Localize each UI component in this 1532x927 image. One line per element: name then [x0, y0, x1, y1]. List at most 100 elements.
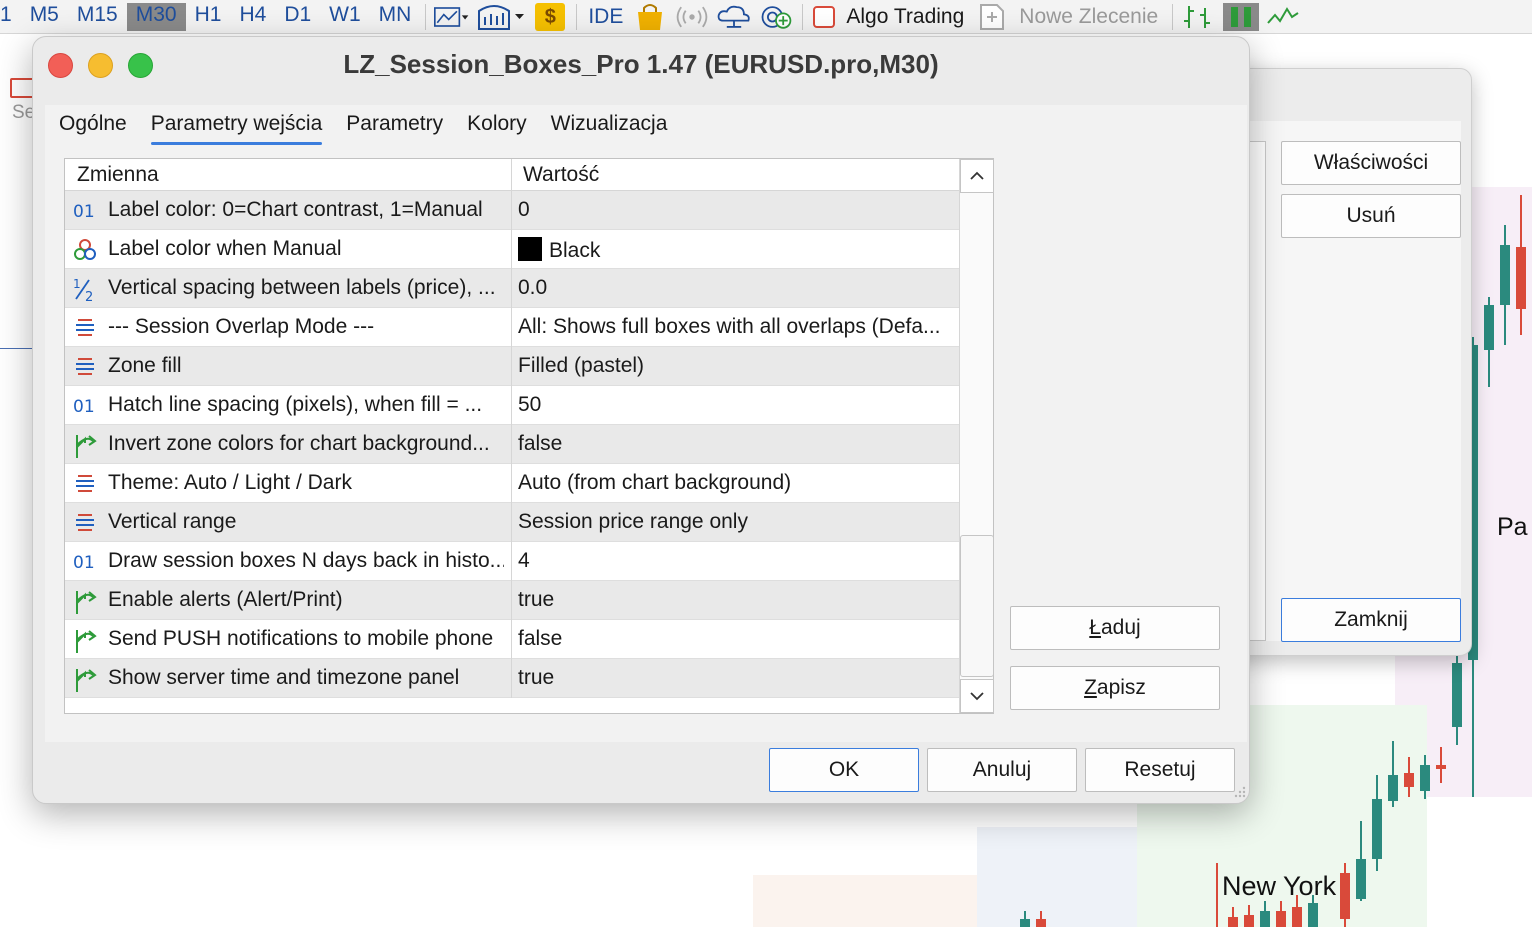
new-order-button[interactable]: Nowe Zlecenie [1019, 5, 1158, 29]
line-chart-icon[interactable] [1265, 3, 1301, 31]
parameter-value-text: All: Shows full boxes with all overlaps … [518, 315, 941, 338]
scroll-up-button[interactable] [960, 159, 994, 193]
parameter-row[interactable]: Enable alerts (Alert/Print) true [65, 581, 959, 620]
parameter-value-text: 0 [518, 198, 530, 221]
signals-icon[interactable] [674, 3, 710, 31]
cancel-button[interactable]: Anuluj [927, 748, 1077, 792]
scrollbar-thumb[interactable] [960, 535, 994, 677]
parameter-value[interactable]: Session price range only [518, 510, 954, 534]
parameter-value-text: true [518, 588, 555, 611]
timeframe-m30[interactable]: M30 [126, 2, 186, 31]
vertical-scrollbar[interactable] [959, 159, 994, 713]
column-header-variable[interactable]: Zmienna [77, 163, 159, 187]
dialog-titlebar[interactable]: LZ_Session_Boxes_Pro 1.47 (EURUSD.pro,M3… [33, 37, 1249, 93]
timeframe-m5[interactable]: M5 [21, 3, 68, 31]
session-label: Pa [1497, 513, 1528, 541]
boolean-type-icon [73, 667, 97, 692]
parameter-value[interactable]: 50 [518, 393, 954, 417]
ok-button[interactable]: OK [769, 748, 919, 792]
tab-2[interactable]: Parametry wejścia [139, 107, 335, 147]
timeframe-mn[interactable]: MN [370, 3, 421, 31]
add-signal-icon[interactable] [758, 3, 794, 31]
parameter-row[interactable]: 01 Draw session boxes N days back in hist… [65, 542, 959, 581]
timeframe-list: 1 M5 M15 M30 H1 H4 D1 W1 MN [0, 2, 421, 31]
parameter-row[interactable]: 01 Label color: 0=Chart contrast, 1=Manua… [65, 191, 959, 230]
timeframe-w1[interactable]: W1 [320, 3, 370, 31]
parameter-value[interactable]: 0 [518, 198, 954, 222]
candle [1244, 915, 1254, 927]
close-button[interactable]: Zamknij [1281, 598, 1461, 642]
chevron-down-icon [970, 692, 984, 701]
parameter-row[interactable]: Vertical range Session price range only [65, 503, 959, 542]
cell-divider [511, 191, 512, 230]
tab-1[interactable]: Ogólne [59, 107, 139, 147]
parameter-row[interactable]: --- Session Overlap Mode --- All: Shows f… [65, 308, 959, 347]
parameter-value[interactable]: 4 [518, 549, 954, 573]
parameter-value[interactable]: Filled (pastel) [518, 354, 954, 378]
parameter-value[interactable]: Auto (from chart background) [518, 471, 954, 495]
svg-text:2: 2 [85, 290, 93, 303]
session-label-new-york: New York [1222, 871, 1337, 901]
cloud-vps-icon[interactable] [716, 3, 752, 31]
delete-button[interactable]: Usuń [1281, 194, 1461, 238]
timeframe-d1[interactable]: D1 [275, 3, 320, 31]
parameter-value[interactable]: 0.0 [518, 276, 954, 300]
parameter-row[interactable]: 01 Hatch line spacing (pixels), when fill… [65, 386, 959, 425]
bar-chart-icon[interactable] [1181, 3, 1217, 31]
reset-button[interactable]: Resetuj [1085, 748, 1235, 792]
parameter-row[interactable]: Send PUSH notifications to mobile phone f… [65, 620, 959, 659]
parameter-row[interactable]: Zone fill Filled (pastel) [65, 347, 959, 386]
parameter-value[interactable]: false [518, 432, 954, 456]
indicator-list-icon [10, 78, 34, 98]
scroll-down-button[interactable] [960, 679, 994, 713]
load-button[interactable]: Ładuj [1010, 606, 1220, 650]
timeframe-h1[interactable]: H1 [186, 3, 231, 31]
enum-type-icon [73, 511, 97, 535]
parameter-value[interactable]: true [518, 666, 954, 690]
timeframe-1[interactable]: 1 [0, 3, 21, 31]
column-divider[interactable] [511, 159, 512, 191]
tab-4[interactable]: Kolory [455, 107, 539, 147]
cell-divider [511, 581, 512, 620]
integer-type-icon: 01 [73, 394, 97, 418]
parameter-value[interactable]: All: Shows full boxes with all overlaps … [518, 315, 954, 339]
parameter-value[interactable]: false [518, 627, 954, 651]
load-button-mnemonic: Ł [1089, 616, 1101, 639]
indicators-icon[interactable] [476, 3, 526, 31]
candle [1292, 907, 1302, 927]
dollar-icon[interactable]: $ [532, 2, 568, 31]
parameter-row[interactable]: 1 2 Vertical spacing between labels (price… [65, 269, 959, 308]
indicator-settings-dialog: LZ_Session_Boxes_Pro 1.47 (EURUSD.pro,M3… [32, 36, 1250, 804]
enum-type-icon [73, 355, 97, 379]
parameter-row[interactable]: Theme: Auto / Light / Dark Auto (from cha… [65, 464, 959, 503]
parameter-value-text: true [518, 666, 555, 689]
ide-button[interactable]: IDE [582, 5, 629, 29]
parameter-name: Vertical spacing between labels (price),… [108, 276, 496, 299]
parameter-value[interactable]: Black [518, 237, 954, 263]
new-order-icon[interactable] [978, 3, 1006, 31]
timeframe-h4[interactable]: H4 [230, 3, 275, 31]
svg-text:01: 01 [73, 553, 95, 573]
enum-type-icon [73, 316, 97, 340]
algo-trading-icon[interactable] [811, 3, 837, 31]
properties-button[interactable]: Właściwości [1281, 141, 1461, 185]
timeframe-m15[interactable]: M15 [68, 3, 127, 31]
parameter-value-text: 4 [518, 549, 530, 572]
save-button[interactable]: Zapisz [1010, 666, 1220, 710]
tab-3[interactable]: Parametry [334, 107, 455, 147]
parameter-row[interactable]: Invert zone colors for chart background.… [65, 425, 959, 464]
parameter-row[interactable]: Show server time and timezone panel true [65, 659, 959, 698]
market-bag-icon[interactable] [632, 3, 668, 31]
tab-5[interactable]: Wizualizacja [539, 107, 680, 147]
resize-grip-icon[interactable] [1233, 785, 1247, 799]
candle [1356, 859, 1366, 899]
chart-type-icon[interactable] [434, 3, 470, 31]
parameter-row[interactable]: Label color when Manual Black [65, 230, 959, 269]
candlestick-icon[interactable] [1223, 2, 1260, 31]
parameter-value[interactable]: true [518, 588, 954, 612]
session-zone [977, 827, 1137, 927]
enum-type-icon [73, 472, 97, 496]
algo-trading-button[interactable]: Algo Trading [846, 5, 964, 29]
candle [1340, 873, 1350, 919]
column-header-value[interactable]: Wartość [523, 163, 599, 187]
